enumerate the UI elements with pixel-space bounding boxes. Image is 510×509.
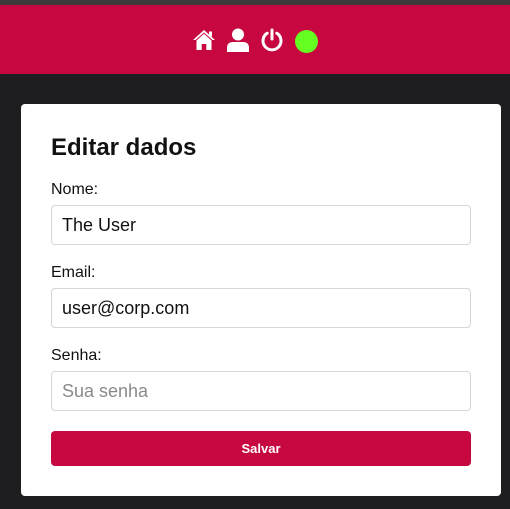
- home-icon[interactable]: [192, 28, 216, 52]
- power-icon[interactable]: [260, 28, 284, 52]
- password-input[interactable]: [51, 371, 471, 411]
- password-label: Senha:: [51, 347, 102, 364]
- navbar: [0, 5, 510, 74]
- name-input[interactable]: [51, 205, 471, 245]
- status-indicator: [295, 29, 318, 53]
- edit-profile-card: Editar dados Nome: Email: Senha: Salvar: [21, 104, 501, 496]
- email-label: Email:: [51, 264, 96, 281]
- name-label: Nome:: [51, 181, 99, 198]
- email-input[interactable]: [51, 288, 471, 328]
- user-icon[interactable]: [226, 28, 250, 52]
- page-title: Editar dados: [51, 134, 197, 161]
- save-button[interactable]: Salvar: [51, 431, 471, 466]
